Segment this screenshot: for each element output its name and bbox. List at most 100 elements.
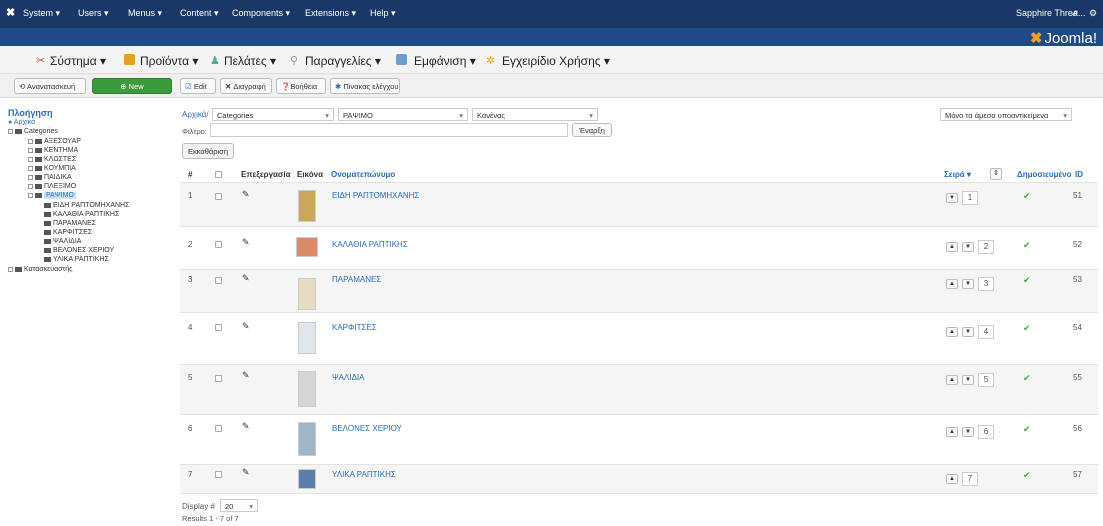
order-down-icon[interactable]: ▼ [962,427,974,437]
order-down-icon[interactable]: ▼ [962,279,974,289]
order-input[interactable]: 2 [978,240,994,254]
menu-appearance[interactable]: Εμφάνιση ▾ [414,54,476,68]
tree-item[interactable]: ΑΞΕΣΟΥΑΡ [28,138,81,145]
tree-child[interactable]: ΥΛΙΚΑ ΡΑΠΤΙΚΗΣ [44,256,109,263]
published-check-icon[interactable]: ✔ [1023,323,1031,334]
tree-item[interactable]: ΚΕΝΤΗΜΑ [28,147,78,154]
pencil-icon[interactable]: ✎ [242,467,250,478]
edit-button[interactable]: ☑ Edit [180,78,216,94]
tree-item[interactable]: ΚΟΥΜΠΙΑ [28,165,76,172]
row-checkbox[interactable] [215,324,222,331]
help-button[interactable]: ❓Βοήθεια [276,78,326,94]
col-id[interactable]: ID [1075,170,1083,179]
tree-child[interactable]: ΨΑΛΙΔΙΑ [44,238,81,245]
col-name[interactable]: Ονοματεπώνυμο [331,170,395,179]
published-check-icon[interactable]: ✔ [1023,470,1031,481]
breadcrumb-home[interactable]: Αρχικά/ [182,110,209,119]
menu-content[interactable]: Content ▾ [180,8,219,19]
order-down-icon[interactable]: ▼ [962,327,974,337]
row-title[interactable]: ΚΑΛΑΘΙΑ ΡΑΠΤΙΚΗΣ [332,240,408,249]
pencil-icon[interactable]: ✎ [242,370,250,381]
published-check-icon[interactable]: ✔ [1023,275,1031,286]
order-up-icon[interactable]: ▲ [946,327,958,337]
pencil-icon[interactable]: ✎ [242,421,250,432]
order-input[interactable]: 3 [978,277,994,291]
clear-button[interactable]: Εκκαθάριση [182,143,234,159]
published-check-icon[interactable]: ✔ [1023,424,1031,435]
external-link-icon[interactable]: ⇗ [1071,8,1079,19]
menu-menus[interactable]: Menus ▾ [128,8,162,19]
col-published[interactable]: Δημοσιευμένο [1017,170,1071,179]
tree-root[interactable]: Categories [8,128,58,135]
rebuild-button[interactable]: ⟲ Ανανατασκευή [14,78,86,94]
menu-orders[interactable]: Παραγγελίες ▾ [305,54,381,68]
menu-system[interactable]: System ▾ [23,8,60,19]
select-all-checkbox[interactable] [215,171,222,178]
menu-products[interactable]: Προϊόντα ▾ [140,54,198,68]
menu-help[interactable]: Help ▾ [370,8,396,19]
tree-child[interactable]: ΕΙΔΗ ΡΑΠΤΟΜΗΧΑΝΗΣ [44,202,129,209]
scope-select[interactable]: Μόνο τα άμεσα υποαντικείμενα ▾ [940,108,1072,121]
filter-input[interactable] [210,123,568,137]
tree-child[interactable]: ΚΑΛΑΘΙΑ ΡΑΠΤΙΚΗΣ [44,211,119,218]
row-checkbox[interactable] [215,471,222,478]
pencil-icon[interactable]: ✎ [242,189,250,200]
order-input[interactable]: 7 [962,472,978,486]
tree-manufacturer[interactable]: Κατασκευαστής [8,266,73,273]
category-select-2[interactable]: ΡΑΨΙΜΟ ▾ [338,108,468,121]
published-check-icon[interactable]: ✔ [1023,373,1031,384]
tree-child[interactable]: ΒΕΛΟΝΕΣ ΧΕΡΙΟΥ [44,247,114,254]
row-checkbox[interactable] [215,241,222,248]
order-up-icon[interactable]: ▲ [946,474,958,484]
order-up-icon[interactable]: ▲ [946,427,958,437]
order-down-icon[interactable]: ▼ [962,375,974,385]
display-count-select[interactable]: 20 ▾ [220,499,258,512]
new-button[interactable]: ⊕ New [92,78,172,94]
order-up-icon[interactable]: ▲ [946,375,958,385]
menu-components[interactable]: Components ▾ [232,8,290,19]
order-up-icon[interactable]: ▲ [946,279,958,289]
joomla-logo-icon[interactable]: ✖ [6,6,15,19]
order-down-icon[interactable]: ▼ [946,193,958,203]
tree-item[interactable]: ΠΛΕΞΙΜΟ [28,183,76,190]
pencil-icon[interactable]: ✎ [242,273,250,284]
order-down-icon[interactable]: ▼ [962,242,974,252]
dashboard-button[interactable]: ✱ Πίνακας ελέγχου [330,78,400,94]
tree-item-selected[interactable]: ΡΑΨΙΜΟ [28,192,76,199]
row-checkbox[interactable] [215,277,222,284]
published-check-icon[interactable]: ✔ [1023,240,1031,251]
published-check-icon[interactable]: ✔ [1023,191,1031,202]
tree-child[interactable]: ΚΑΡΦΙΤΣΕΣ [44,229,92,236]
order-input[interactable]: 1 [962,191,978,205]
gear-icon[interactable]: ⚙ [1089,8,1097,19]
tree-home[interactable]: ● Αρχικά [8,119,35,126]
category-select-3[interactable]: Κανένας ▾ [472,108,598,121]
tree-item[interactable]: ΠΑΙΔΙΚΑ [28,174,72,181]
row-checkbox[interactable] [215,193,222,200]
row-title[interactable]: ΥΛΙΚΑ ΡΑΠΤΙΚΗΣ [332,470,396,479]
category-select-1[interactable]: Categories ▾ [212,108,334,121]
menu-customers[interactable]: Πελάτες ▾ [224,54,276,68]
order-input[interactable]: 5 [978,373,994,387]
row-title[interactable]: ΚΑΡΦΙΤΣΕΣ [332,323,377,332]
col-order[interactable]: Σειρά ▾ [944,170,971,179]
save-order-icon[interactable]: ⇕ [990,168,1002,180]
tree-item[interactable]: ΚΛΩΣΤΕΣ [28,156,76,163]
order-input[interactable]: 4 [978,325,994,339]
menu-system-gr[interactable]: Σύστημα ▾ [50,54,106,68]
row-title[interactable]: ΠΑΡΑΜΑΝΕΣ [332,275,381,284]
tree-child[interactable]: ΠΑΡΑΜΑΝΕΣ [44,220,96,227]
row-checkbox[interactable] [215,425,222,432]
row-title[interactable]: ΒΕΛΟΝΕΣ ΧΕΡΙΟΥ [332,424,402,433]
go-button[interactable]: Έναρξη [572,123,612,137]
order-up-icon[interactable]: ▲ [946,242,958,252]
menu-manual[interactable]: Εγχειρίδιο Χρήσης ▾ [502,54,610,68]
menu-extensions[interactable]: Extensions ▾ [305,8,356,19]
row-title[interactable]: ΨΑΛΙΔΙΑ [332,373,365,382]
row-checkbox[interactable] [215,375,222,382]
delete-button[interactable]: ✕ Διαγραφή [220,78,272,94]
row-title[interactable]: ΕΙΔΗ ΡΑΠΤΟΜΗΧΑΝΗΣ [332,191,419,200]
menu-users[interactable]: Users ▾ [78,8,109,19]
pencil-icon[interactable]: ✎ [242,321,250,332]
order-input[interactable]: 6 [978,425,994,439]
